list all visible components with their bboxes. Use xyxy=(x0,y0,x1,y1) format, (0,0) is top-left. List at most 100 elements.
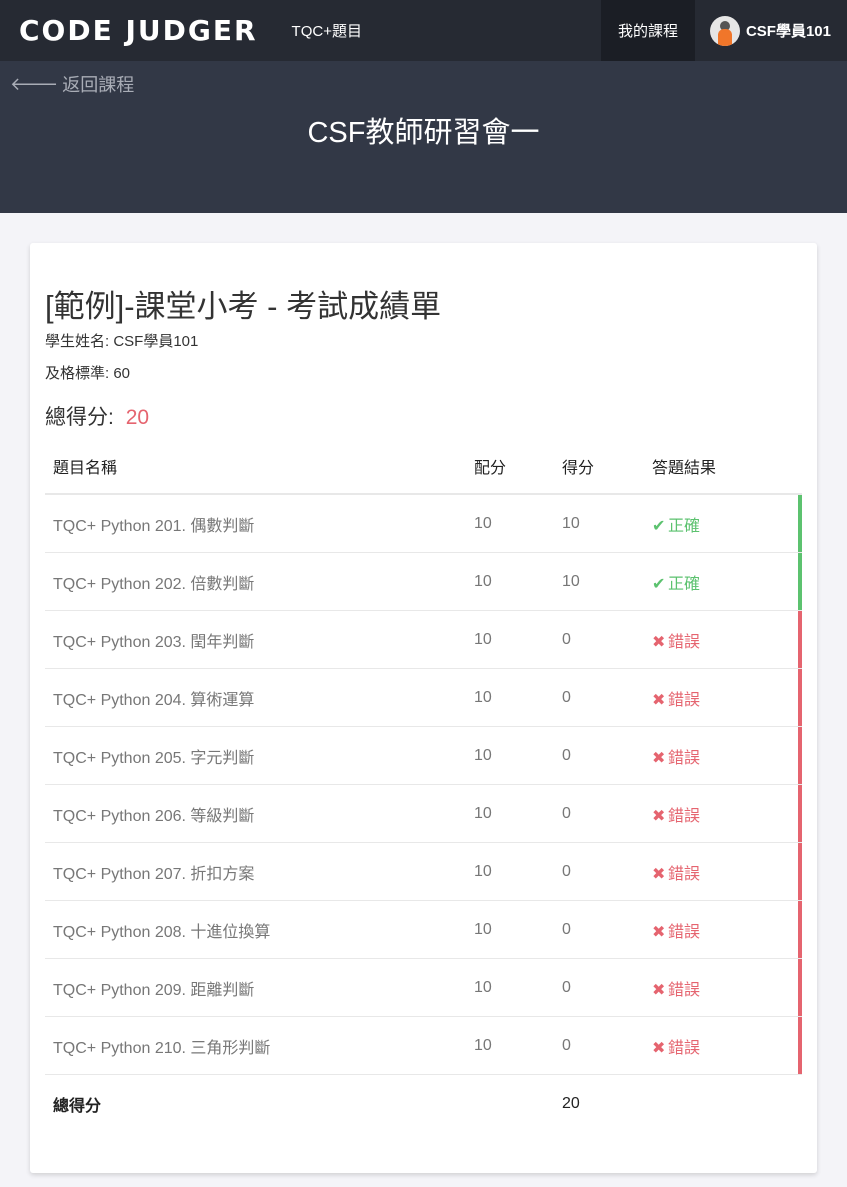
username: CSF學員101 xyxy=(745,23,831,40)
exam-title: [範例]-課堂小考 - 考試成績單 xyxy=(45,289,442,324)
table-row[interactable]: TQC+ Python 210. 三角形判斷 10 0 ✖ 錯誤 xyxy=(45,1017,802,1075)
table-row[interactable]: TQC+ Python 209. 距離判斷 10 0 ✖ 錯誤 xyxy=(45,959,802,1017)
table-row[interactable]: TQC+ Python 208. 十進位換算 10 0 ✖ 錯誤 xyxy=(45,901,802,959)
problem-result: ✖ 錯誤 xyxy=(652,918,802,942)
problem-name[interactable]: TQC+ Python 201. 偶數判斷 xyxy=(45,512,474,536)
result-label: 錯誤 xyxy=(668,633,701,651)
results-table: 題目名稱 配分 得分 答題結果 TQC+ Python 201. 偶數判斷 10 1… xyxy=(45,438,802,1133)
total-score-label: 總得分: xyxy=(45,406,114,429)
cross-icon: ✖ xyxy=(652,981,666,999)
table-row[interactable]: TQC+ Python 204. 算術運算 10 0 ✖ 錯誤 xyxy=(45,669,802,727)
problem-score: 0 xyxy=(562,920,571,938)
cross-icon: ✖ xyxy=(652,691,666,709)
result-status-bar xyxy=(798,959,802,1016)
problem-result: ✖ 錯誤 xyxy=(652,1034,802,1058)
result-status-bar xyxy=(798,901,802,958)
table-header: 題目名稱 配分 得分 答題結果 xyxy=(45,438,802,495)
arrow-left-icon: 🡐 xyxy=(10,73,59,94)
nav-tqc-problems[interactable]: TQC+題目 xyxy=(292,20,362,41)
problem-score: 10 xyxy=(562,572,580,590)
problem-name[interactable]: TQC+ Python 204. 算術運算 xyxy=(45,686,474,710)
pass-standard: 及格標準: 60 xyxy=(45,365,131,382)
problem-score: 0 xyxy=(562,746,571,764)
problem-score: 0 xyxy=(562,1036,571,1054)
problem-points: 10 xyxy=(474,630,492,648)
problem-points: 10 xyxy=(474,862,492,880)
cross-icon: ✖ xyxy=(652,749,666,767)
table-row[interactable]: TQC+ Python 207. 折扣方案 10 0 ✖ 錯誤 xyxy=(45,843,802,901)
top-navbar: CODE JUDGER TQC+題目 我的課程 CSF學員101 xyxy=(0,0,847,61)
problem-name[interactable]: TQC+ Python 202. 倍數判斷 xyxy=(45,570,474,594)
check-icon: ✔ xyxy=(652,575,666,593)
problem-score: 0 xyxy=(562,862,571,880)
problem-name[interactable]: TQC+ Python 203. 閏年判斷 xyxy=(45,628,474,652)
problem-points: 10 xyxy=(474,746,492,764)
problem-name[interactable]: TQC+ Python 206. 等級判斷 xyxy=(45,802,474,826)
result-label: 錯誤 xyxy=(668,1039,701,1057)
user-menu[interactable]: CSF學員101 xyxy=(695,0,847,61)
problem-name[interactable]: TQC+ Python 205. 字元判斷 xyxy=(45,744,474,768)
table-footer: 總得分 20 xyxy=(45,1075,802,1133)
footer-total-score: 20 xyxy=(562,1095,580,1112)
site-logo[interactable]: CODE JUDGER xyxy=(19,14,258,47)
problem-name[interactable]: TQC+ Python 210. 三角形判斷 xyxy=(45,1034,474,1058)
problem-points: 10 xyxy=(474,514,492,532)
result-label: 錯誤 xyxy=(668,865,701,883)
result-label: 正確 xyxy=(668,517,701,535)
problem-name[interactable]: TQC+ Python 208. 十進位換算 xyxy=(45,918,474,942)
table-row[interactable]: TQC+ Python 206. 等級判斷 10 0 ✖ 錯誤 xyxy=(45,785,802,843)
problem-name[interactable]: TQC+ Python 209. 距離判斷 xyxy=(45,976,474,1000)
problem-points: 10 xyxy=(474,572,492,590)
course-header: 🡐 返回課程 CSF教師研習會一 xyxy=(0,61,847,213)
result-status-bar xyxy=(798,1017,802,1074)
problem-result: ✖ 錯誤 xyxy=(652,976,802,1000)
result-label: 錯誤 xyxy=(668,807,701,825)
problem-result: ✖ 錯誤 xyxy=(652,628,802,652)
table-row[interactable]: TQC+ Python 203. 閏年判斷 10 0 ✖ 錯誤 xyxy=(45,611,802,669)
result-status-bar xyxy=(798,553,802,610)
problem-result: ✖ 錯誤 xyxy=(652,802,802,826)
header-result: 答題結果 xyxy=(652,459,717,477)
result-label: 正確 xyxy=(668,575,701,593)
problem-points: 10 xyxy=(474,978,492,996)
result-status-bar xyxy=(798,669,802,726)
problem-score: 0 xyxy=(562,804,571,822)
cross-icon: ✖ xyxy=(652,865,666,883)
total-score-value: 20 xyxy=(125,406,150,429)
back-label: 返回課程 xyxy=(62,75,135,95)
result-status-bar xyxy=(798,611,802,668)
problem-result: ✔ 正確 xyxy=(652,512,802,536)
problem-score: 0 xyxy=(562,630,571,648)
table-row[interactable]: TQC+ Python 202. 倍數判斷 10 10 ✔ 正確 xyxy=(45,553,802,611)
header-score: 得分 xyxy=(562,459,595,477)
table-row[interactable]: TQC+ Python 205. 字元判斷 10 0 ✖ 錯誤 xyxy=(45,727,802,785)
problem-points: 10 xyxy=(474,688,492,706)
header-problem-name: 題目名稱 xyxy=(53,459,118,477)
problem-result: ✖ 錯誤 xyxy=(652,860,802,884)
result-status-bar xyxy=(798,843,802,900)
problem-result: ✖ 錯誤 xyxy=(652,686,802,710)
cross-icon: ✖ xyxy=(652,1039,666,1057)
problem-points: 10 xyxy=(474,1036,492,1054)
course-title: CSF教師研習會一 xyxy=(307,117,540,149)
problem-points: 10 xyxy=(474,920,492,938)
footer-total-label: 總得分 xyxy=(53,1098,102,1115)
check-icon: ✔ xyxy=(652,517,666,535)
cross-icon: ✖ xyxy=(652,633,666,651)
result-status-bar xyxy=(798,727,802,784)
problem-score: 0 xyxy=(562,688,571,706)
table-row[interactable]: TQC+ Python 201. 偶數判斷 10 10 ✔ 正確 xyxy=(45,495,802,553)
student-name: 學生姓名: CSF學員101 xyxy=(45,333,199,350)
total-score-summary: 總得分: 20 xyxy=(45,401,149,431)
problem-result: ✔ 正確 xyxy=(652,570,802,594)
report-card: [範例]-課堂小考 - 考試成績單 學生姓名: CSF學員101 及格標準: 6… xyxy=(30,243,817,1173)
problem-points: 10 xyxy=(474,804,492,822)
result-label: 錯誤 xyxy=(668,691,701,709)
nav-my-courses[interactable]: 我的課程 xyxy=(600,0,695,61)
result-label: 錯誤 xyxy=(668,749,701,767)
problem-name[interactable]: TQC+ Python 207. 折扣方案 xyxy=(45,860,474,884)
problem-result: ✖ 錯誤 xyxy=(652,744,802,768)
back-to-course-link[interactable]: 🡐 返回課程 xyxy=(10,71,134,97)
cross-icon: ✖ xyxy=(652,923,666,941)
avatar xyxy=(709,15,740,46)
